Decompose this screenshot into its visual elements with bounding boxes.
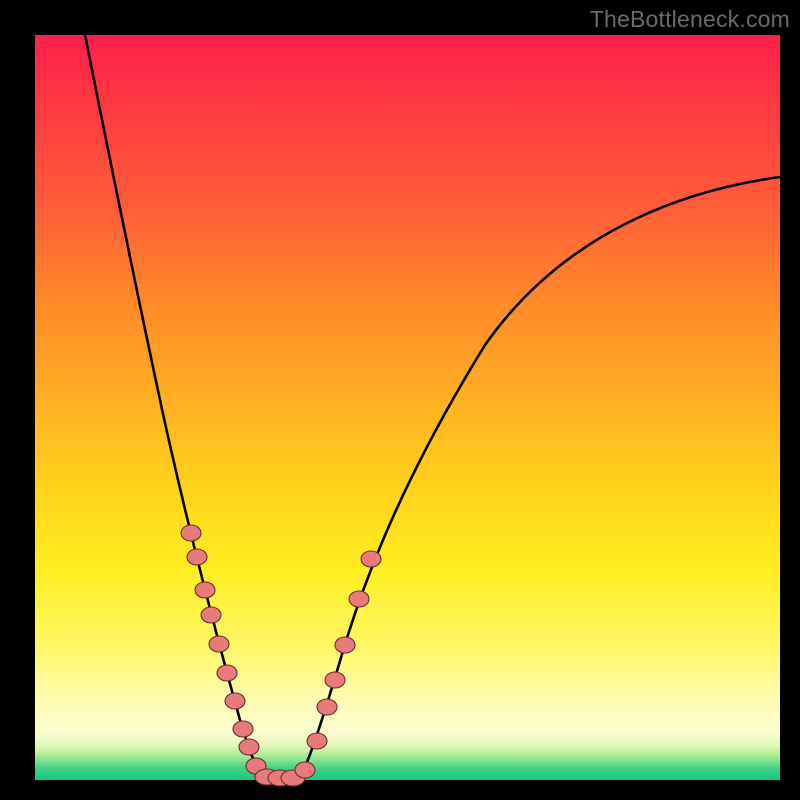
data-marker <box>217 665 237 681</box>
watermark-text: TheBottleneck.com <box>590 6 790 33</box>
chart-frame: TheBottleneck.com <box>0 0 800 800</box>
data-marker <box>335 637 355 653</box>
data-marker <box>307 733 327 749</box>
data-marker <box>225 693 245 709</box>
data-marker <box>233 721 253 737</box>
data-marker <box>349 591 369 607</box>
data-marker <box>201 607 221 623</box>
left-curve <box>85 35 265 779</box>
data-marker <box>195 582 215 598</box>
marker-group <box>181 525 381 786</box>
right-curve <box>299 177 780 779</box>
data-marker <box>325 672 345 688</box>
data-marker <box>187 549 207 565</box>
data-marker <box>361 551 381 567</box>
curve-layer <box>35 35 780 780</box>
data-marker <box>209 636 229 652</box>
data-marker <box>239 739 259 755</box>
data-marker <box>181 525 201 541</box>
data-marker <box>295 762 315 778</box>
data-marker <box>317 699 337 715</box>
